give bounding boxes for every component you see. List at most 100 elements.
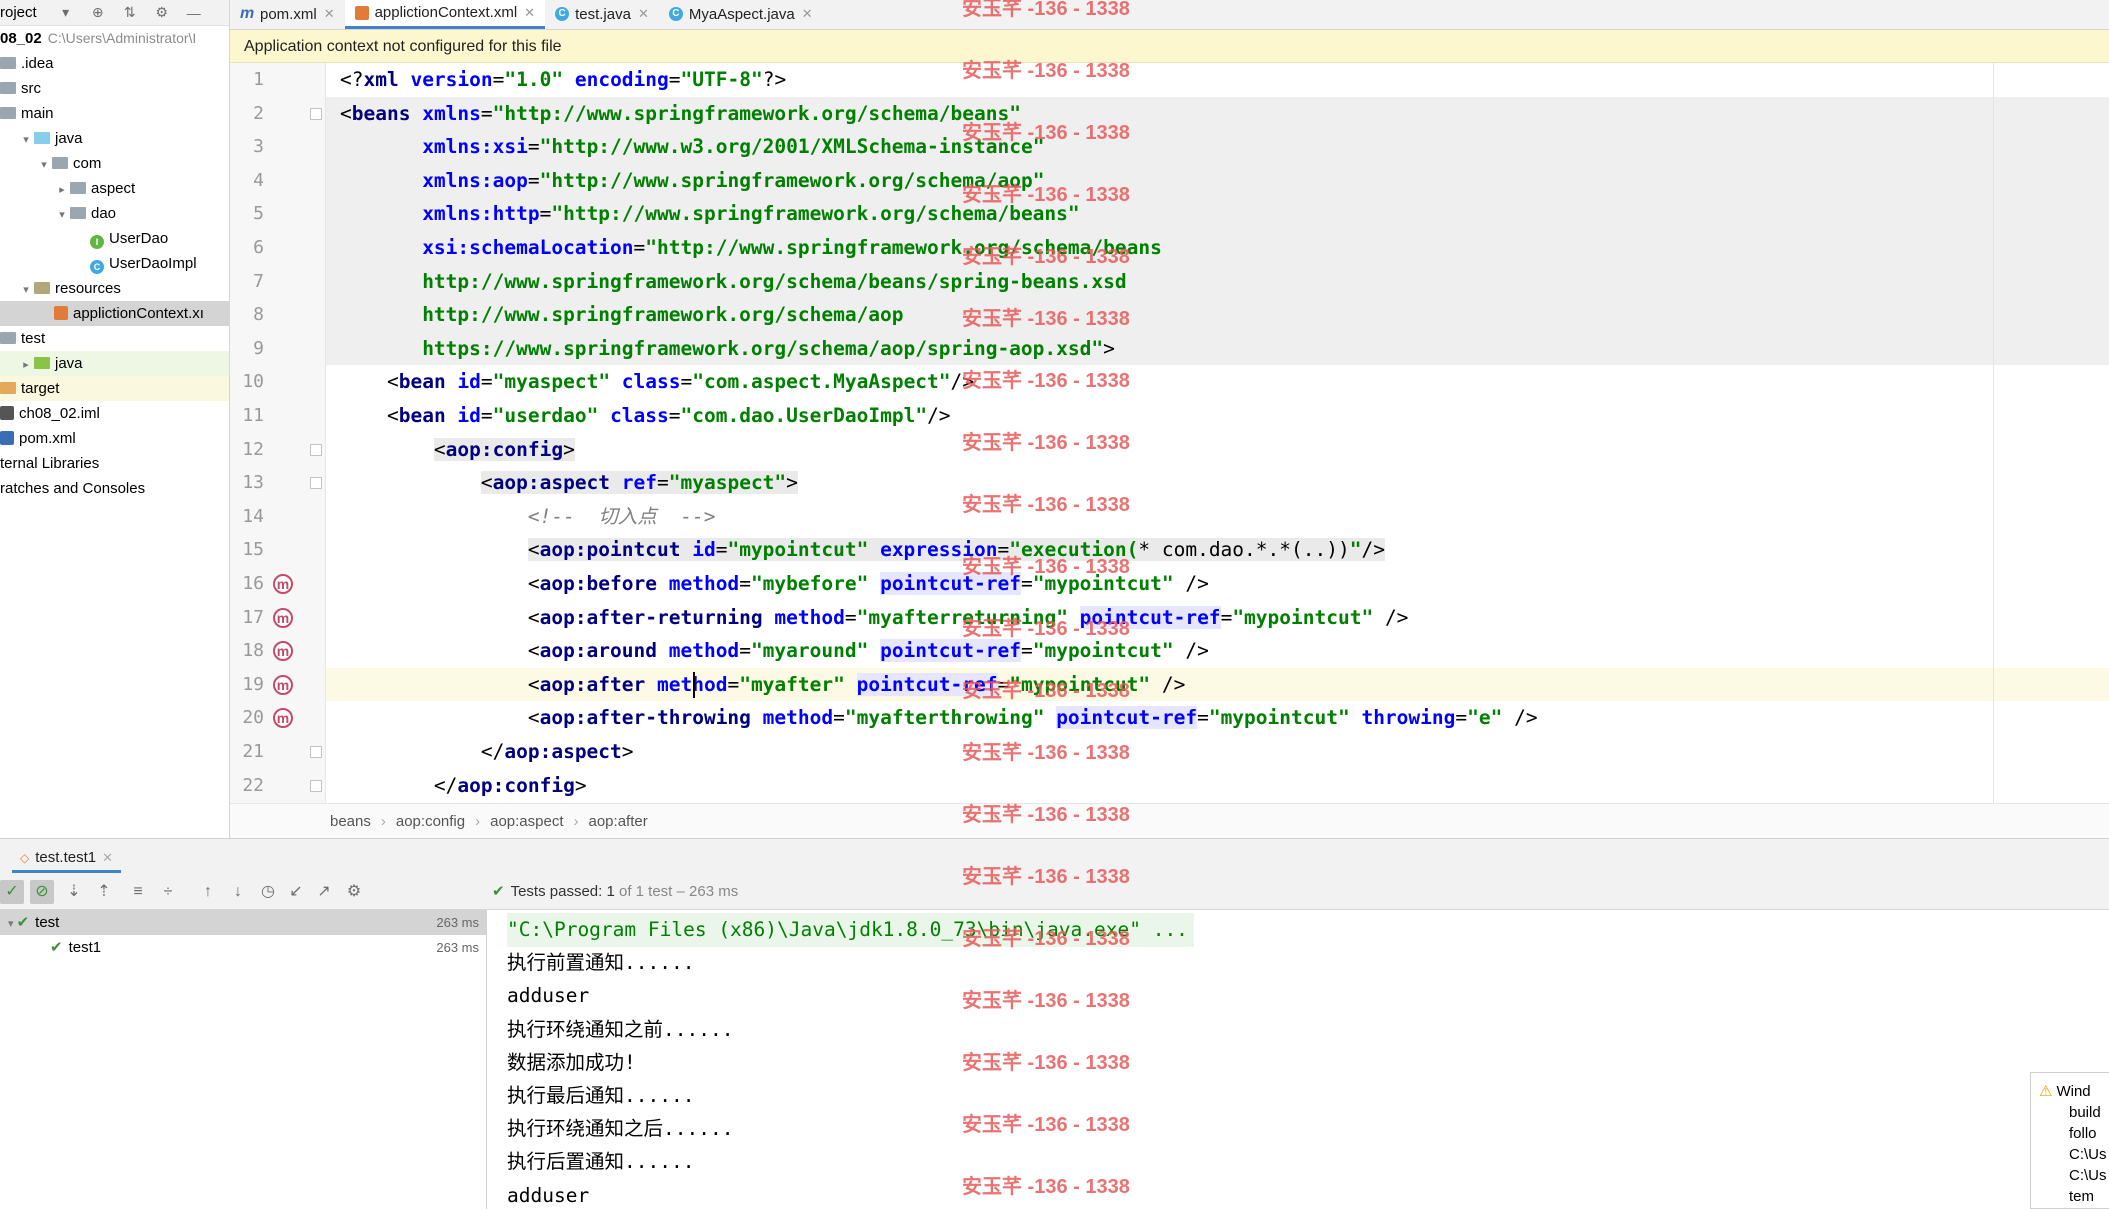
code-line[interactable]: <aop:after-throwing method="myafterthrow… [326,701,2109,735]
expand-all-icon[interactable]: ≡ [126,880,150,904]
collapse-all-icon[interactable]: ⇅ [119,4,141,21]
gear-icon[interactable]: ⚙ [151,4,173,21]
code-line[interactable]: <beans xmlns="http://www.springframework… [326,96,2109,131]
editor-tab[interactable]: C MyaAspect.java ✕ [659,0,823,29]
chevron-down-icon[interactable]: ▾ [8,918,17,930]
advice-marker-icon[interactable]: m [273,607,293,628]
code-line[interactable]: <aop:after method="myafter" pointcut-ref… [326,667,2109,702]
fold-icon[interactable] [310,779,322,792]
editor-tab[interactable]: Ctest.java ✕ [545,0,659,29]
chevron-icon[interactable]: ▾ [36,153,52,178]
close-icon[interactable]: ✕ [324,6,335,22]
tree-item[interactable]: main [0,101,229,126]
minimize-icon[interactable]: — [183,5,205,21]
tree-item[interactable]: applictionContext.xı [0,301,229,326]
tree-item[interactable]: ▸ aspect [0,176,229,201]
line-number: 1 [253,69,264,90]
tree-item[interactable]: .idea [0,51,229,76]
project-view-selector[interactable]: roject [0,4,37,21]
tree-item[interactable]: ▾ java [0,126,229,151]
close-icon[interactable]: ✕ [638,6,649,22]
console-output[interactable]: "C:\Program Files (x86)\Java\jdk1.8.0_73… [487,910,2109,1209]
chevron-icon[interactable]: ▾ [54,203,70,228]
chevron-icon[interactable]: ▾ [18,278,34,303]
tree-item[interactable]: ▾ com [0,151,229,176]
run-tab[interactable]: ◇ test.test1 ✕ [12,843,122,873]
code-line[interactable]: <aop:aspect ref="myaspect"> [326,466,2109,500]
locate-icon[interactable]: ⊕ [87,4,109,21]
breadcrumb-item[interactable]: aop:after [589,813,648,830]
tree-item[interactable]: test [0,326,229,351]
code-line[interactable]: xsi:schemaLocation="http://www.springfra… [326,231,2109,265]
editor-tab[interactable]: m pom.xml ✕ [230,0,345,29]
history-icon[interactable]: ◷ [256,880,280,904]
tree-item[interactable]: ▾ resources [0,276,229,301]
code-line[interactable]: <bean id="userdao" class="com.dao.UserDa… [326,399,2109,433]
tree-item[interactable]: C UserDaoImpl [0,251,229,276]
sort-duration-icon[interactable]: ⇡ [92,880,116,904]
collapse-all-icon[interactable]: ÷ [156,880,180,904]
code-line[interactable]: xmlns:http="http://www.springframework.o… [326,197,2109,231]
code-line[interactable]: <aop:config> [326,433,2109,467]
code-line[interactable]: </aop:config> [326,769,2109,803]
show-ignored-icon[interactable]: ⊘ [30,880,54,904]
close-icon[interactable]: ✕ [524,5,535,21]
code-line[interactable]: xmlns:xsi="http://www.w3.org/2001/XMLSch… [326,130,2109,164]
gutter-line: 20 m [230,701,326,735]
tree-item[interactable]: ch08_02.iml [0,401,229,426]
breadcrumb-item[interactable]: aop:config [396,813,465,830]
sort-alpha-icon[interactable]: ⇣ [62,880,86,904]
editor-tab[interactable]: applictionContext.xml ✕ [344,0,546,29]
previous-failed-icon[interactable]: ↑ [196,880,220,904]
tree-item[interactable]: ▾ dao [0,201,229,226]
advice-marker-icon[interactable]: m [273,574,293,594]
close-icon[interactable]: ✕ [102,850,113,865]
code-line[interactable]: <?xml version="1.0" encoding="UTF-8"?> [326,63,2109,97]
fold-icon[interactable] [310,477,322,490]
advice-marker-icon[interactable]: m [273,708,293,729]
code-line[interactable]: <!-- 切入点 --> [326,500,2109,534]
next-failed-icon[interactable]: ↓ [226,880,250,904]
code-line[interactable]: <aop:before method="mybefore" pointcut-r… [326,567,2109,601]
fold-icon[interactable] [310,107,322,120]
fold-icon[interactable] [310,746,322,758]
show-passed-icon[interactable]: ✓ [0,880,24,904]
breadcrumb: beans › aop:config › aop:aspect › aop:after [230,803,2109,838]
code-line[interactable]: </aop:aspect> [326,735,2109,769]
code-line[interactable]: <aop:around method="myaround" pointcut-r… [326,634,2109,668]
gear-icon[interactable]: ⚙ [342,880,366,904]
advice-marker-icon[interactable]: m [273,641,293,662]
code-editor[interactable]: 1 2 3 4 5 6 7 8 9 10 11 12 13 14 15 16 m 17 m 18 m 19 m 20 m 21 22… [230,63,2109,803]
chevron-icon[interactable]: ▸ [54,178,70,203]
import-tests-icon[interactable]: ↙ [284,880,308,904]
tree-item[interactable]: ternal Libraries [0,451,229,476]
breadcrumb-item[interactable]: aop:aspect [490,813,563,830]
tree-item[interactable]: ratches and Consoles [0,476,229,501]
notification-balloon[interactable]: ⚠ Wind build follo C:\Us C:\Us tem [2030,1072,2109,1209]
tree-item[interactable]: target [0,376,229,401]
breadcrumb-item[interactable]: beans [330,813,371,830]
test-result-row[interactable]: ▾ ✔ test 263 ms [0,910,487,935]
tree-item[interactable]: ▸ java [0,351,229,376]
code-line[interactable]: xmlns:aop="http://www.springframework.or… [326,163,2109,198]
chevron-icon[interactable]: ▸ [18,353,34,378]
code-area[interactable]: <?xml version="1.0" encoding="UTF-8"?> <b… [326,63,2109,803]
close-icon[interactable]: ✕ [802,6,813,22]
chevron-icon[interactable]: ▾ [18,128,34,153]
code-line[interactable]: <aop:after-returning method="myafterretu… [326,601,2109,635]
tree-item[interactable]: pom.xml [0,426,229,451]
fold-icon[interactable] [310,443,322,456]
code-text: http://www.springframework.org/schema/be… [422,269,1127,293]
tree-item[interactable]: I UserDao [0,226,229,251]
code-line[interactable]: http://www.springframework.org/schema/ao… [326,298,2109,332]
chevron-down-icon[interactable]: ▾ [55,4,77,21]
code-line[interactable]: <bean id="myaspect" class="com.aspect.My… [326,365,2109,399]
tree-item[interactable]: 08_02 C:\Users\Administrator\I [0,26,229,51]
export-tests-icon[interactable]: ↗ [312,880,336,904]
code-line[interactable]: https://www.springframework.org/schema/a… [326,331,2109,366]
code-line[interactable]: http://www.springframework.org/schema/be… [326,264,2109,299]
code-line[interactable]: <aop:pointcut id="mypointcut" expression… [326,533,2109,567]
test-result-row[interactable]: ✔ test1 263 ms [0,935,487,960]
tree-item[interactable]: src [0,76,229,101]
advice-marker-icon[interactable]: m [273,674,293,695]
